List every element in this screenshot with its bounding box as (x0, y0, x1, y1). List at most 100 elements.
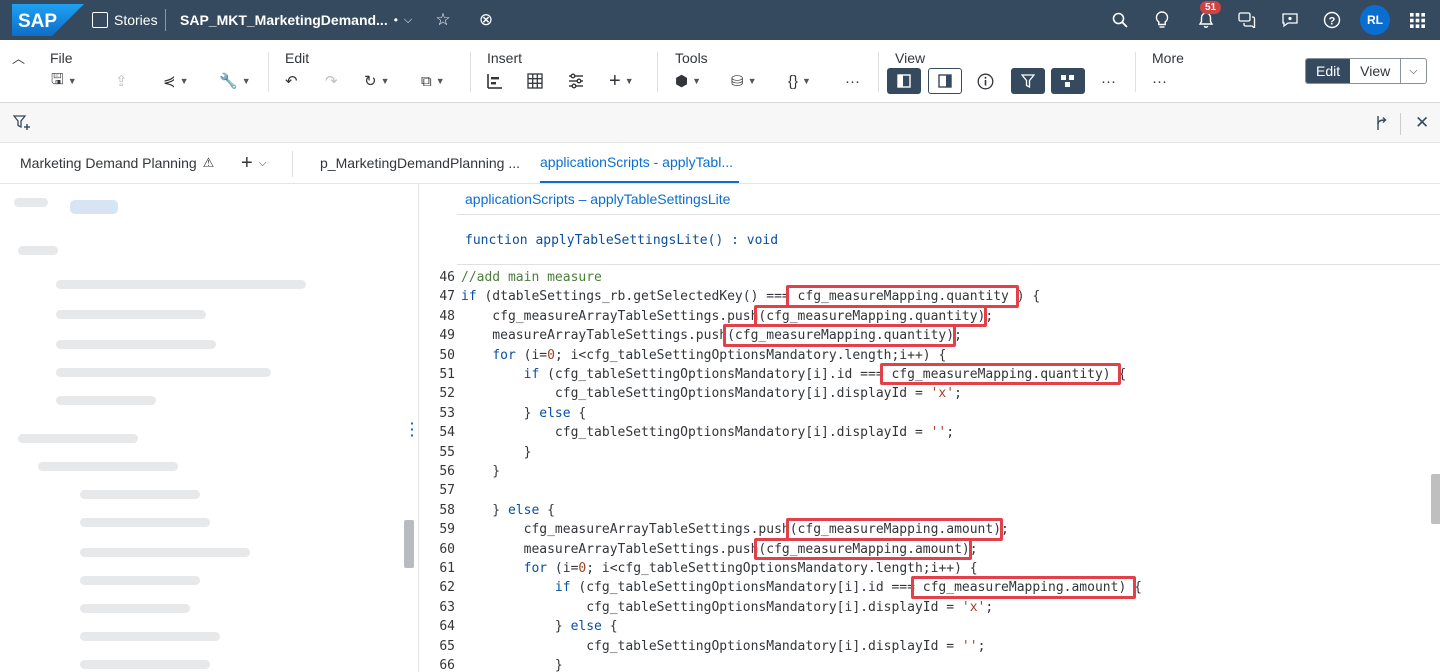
code-line[interactable]: 60 measureArrayTableSettings.push(cfg_me… (419, 540, 1440, 559)
line-number: 62 (439, 580, 455, 596)
line-number: 56 (439, 464, 455, 479)
code-text: measureArrayTableSettings.push(cfg_measu… (461, 328, 962, 344)
left-panel-toggle-icon[interactable] (887, 68, 921, 94)
insert-input-control-icon[interactable] (568, 70, 584, 92)
tab-application-scripts[interactable]: applicationScripts - applyTabl... (540, 143, 739, 183)
view-more-icon[interactable]: ··· (1101, 70, 1116, 92)
code-text: } (461, 444, 532, 460)
code-line[interactable]: 59 cfg_measureArrayTableSettings.push(cf… (419, 520, 1440, 539)
copy-menu-button[interactable]: ⧉ ▼ (421, 70, 445, 92)
undo-icon[interactable]: ↶ (285, 70, 298, 92)
main-toolbar: ︿ File 🖫 ▼ ⇪ ⋞ ▼ 🔧 ▼ Edit ↶ ↷ ↻ ▼ ⧉ ▼ Insert … (0, 40, 1440, 103)
tab-label: Marketing Demand Planning (20, 155, 197, 171)
code-line[interactable]: 66 } (419, 656, 1440, 672)
edit-view-mode-switch: Edit View ⌵ (1305, 58, 1427, 84)
share-menu-button[interactable]: ⋞ ▼ (163, 70, 189, 92)
outline-blurred-item (80, 604, 190, 613)
help-icon[interactable]: ? (1318, 0, 1346, 40)
info-icon[interactable] (977, 70, 994, 92)
chat-icon[interactable] (1233, 0, 1261, 40)
scripting-menu-button[interactable]: {} ▼ (788, 70, 811, 92)
code-line[interactable]: 61 for (i=0; i<cfg_tableSettingOptionsMa… (419, 559, 1440, 578)
edit-mode-button[interactable]: Edit (1306, 59, 1351, 83)
code-line[interactable]: 49 measureArrayTableSettings.push(cfg_me… (419, 326, 1440, 345)
chart-scaling-menu-button[interactable]: ⬢ ▼ (675, 70, 701, 92)
right-panel-toggle-icon[interactable] (928, 68, 962, 94)
code-line[interactable]: 64 } else { (419, 617, 1440, 636)
code-line[interactable]: 62 if (cfg_tableSettingOptionsMandatory[… (419, 578, 1440, 597)
stories-label: Stories (114, 12, 158, 28)
collapse-toolbar-icon[interactable]: ︿ (12, 48, 25, 67)
toolbar-divider (268, 52, 269, 92)
code-line[interactable]: 57 (419, 481, 1440, 500)
code-line[interactable]: 52 cfg_tableSettingOptionsMandatory[i].d… (419, 384, 1440, 403)
code-line[interactable]: 54 cfg_tableSettingOptionsMandatory[i].d… (419, 423, 1440, 442)
code-line[interactable]: 63 cfg_tableSettingOptionsMandatory[i].d… (419, 598, 1440, 617)
panel-resize-handle[interactable]: · · · (410, 416, 415, 442)
code-line[interactable]: 58 } else { (419, 501, 1440, 520)
wrench-icon: 🔧 (219, 73, 238, 90)
code-line[interactable]: 56 } (419, 462, 1440, 481)
outline-blurred-item (18, 246, 58, 255)
function-signature: function applyTableSettingsLite() : void (465, 232, 779, 248)
more-overflow-icon[interactable]: ··· (1152, 70, 1167, 92)
linked-analysis-icon[interactable] (1375, 103, 1389, 143)
insert-table-icon[interactable] (527, 70, 543, 92)
outline-scrollbar[interactable] (404, 520, 414, 568)
outline-blurred-item (56, 310, 206, 319)
code-text: } else { (461, 405, 587, 421)
app-grid-icon[interactable] (1403, 0, 1431, 40)
insert-chart-icon[interactable] (487, 70, 503, 92)
page-tab-bar: Marketing Demand Planning ⚠ + ⌵ p_Marketi… (0, 143, 1440, 184)
add-page-menu-button[interactable]: + ⌵ (241, 143, 266, 183)
tab-p-marketing-demand-planning[interactable]: p_MarketingDemandPlanning ... (320, 143, 520, 183)
export-icon[interactable]: ⇪ (115, 70, 128, 92)
outline-panel-icon[interactable] (1051, 68, 1085, 94)
code-line[interactable]: 48 cfg_measureArrayTableSettings.push(cf… (419, 307, 1440, 326)
code-line[interactable]: 53 } else { (419, 404, 1440, 423)
outline-blurred-item (80, 490, 200, 499)
save-menu-button[interactable]: 🖫 ▼ (51, 70, 77, 92)
user-avatar[interactable]: RL (1360, 5, 1390, 35)
editor-scrollbar[interactable] (1431, 474, 1440, 524)
code-line[interactable]: 55 } (419, 443, 1440, 462)
close-icon[interactable]: ✕ (1415, 103, 1429, 143)
stories-menu[interactable]: Stories (92, 0, 158, 40)
redo-icon[interactable]: ↷ (325, 70, 338, 92)
search-icon[interactable] (1106, 0, 1134, 40)
insert-add-menu-button[interactable]: + ▼ (609, 70, 634, 92)
close-circle-icon[interactable]: ⊗ (472, 0, 500, 40)
tab-label: applicationScripts - applyTabl... (540, 154, 733, 170)
sap-logo[interactable]: SAP (12, 4, 84, 36)
filter-panel-icon[interactable] (1011, 68, 1045, 94)
add-filter-icon[interactable] (13, 103, 31, 143)
tools-settings-menu-button[interactable]: 🔧 ▼ (219, 70, 251, 92)
code-text: //add main measure (461, 270, 602, 285)
toolbar-divider (470, 52, 471, 92)
view-mode-button[interactable]: View (1350, 59, 1400, 83)
code-line[interactable]: 50 for (i=0; i<cfg_tableSettingOptionsMa… (419, 346, 1440, 365)
refresh-icon: ↻ (364, 73, 377, 90)
document-title-menu[interactable]: SAP_MKT_MarketingDemand... • ⌵ (180, 0, 412, 40)
line-number: 65 (439, 638, 455, 654)
feedback-icon[interactable] (1276, 0, 1304, 40)
chevron-down-icon[interactable]: ⌵ (1400, 59, 1425, 83)
line-number: 49 (439, 328, 455, 344)
code-line[interactable]: 51 if (cfg_tableSettingOptionsMandatory[… (419, 365, 1440, 384)
toolbar-divider (878, 52, 879, 92)
line-number: 59 (439, 522, 455, 538)
lightbulb-icon[interactable] (1148, 0, 1176, 40)
code-line[interactable]: 47 if (dtableSettings_rb.getSelectedKey()… (419, 287, 1440, 306)
code-line[interactable]: 65 cfg_tableSettingOptionsMandatory[i].d… (419, 637, 1440, 656)
code-text: cfg_tableSettingOptionsMandatory[i].disp… (461, 638, 986, 654)
chevron-down-icon: ⌵ (258, 157, 267, 169)
star-icon[interactable]: ☆ (429, 0, 457, 40)
tab-marketing-demand-planning[interactable]: Marketing Demand Planning ⚠ (20, 143, 214, 183)
code-text: if (cfg_tableSettingOptionsMandatory[i].… (554, 580, 1142, 596)
outline-blurred-item (56, 368, 271, 377)
svg-text:SAP: SAP (18, 11, 57, 32)
code-line[interactable]: 46 //add main measure (419, 268, 1440, 287)
refresh-menu-button[interactable]: ↻ ▼ (364, 70, 390, 92)
data-source-menu-button[interactable]: ⛁ ▼ (731, 70, 757, 92)
tools-more-icon[interactable]: ··· (845, 70, 860, 92)
